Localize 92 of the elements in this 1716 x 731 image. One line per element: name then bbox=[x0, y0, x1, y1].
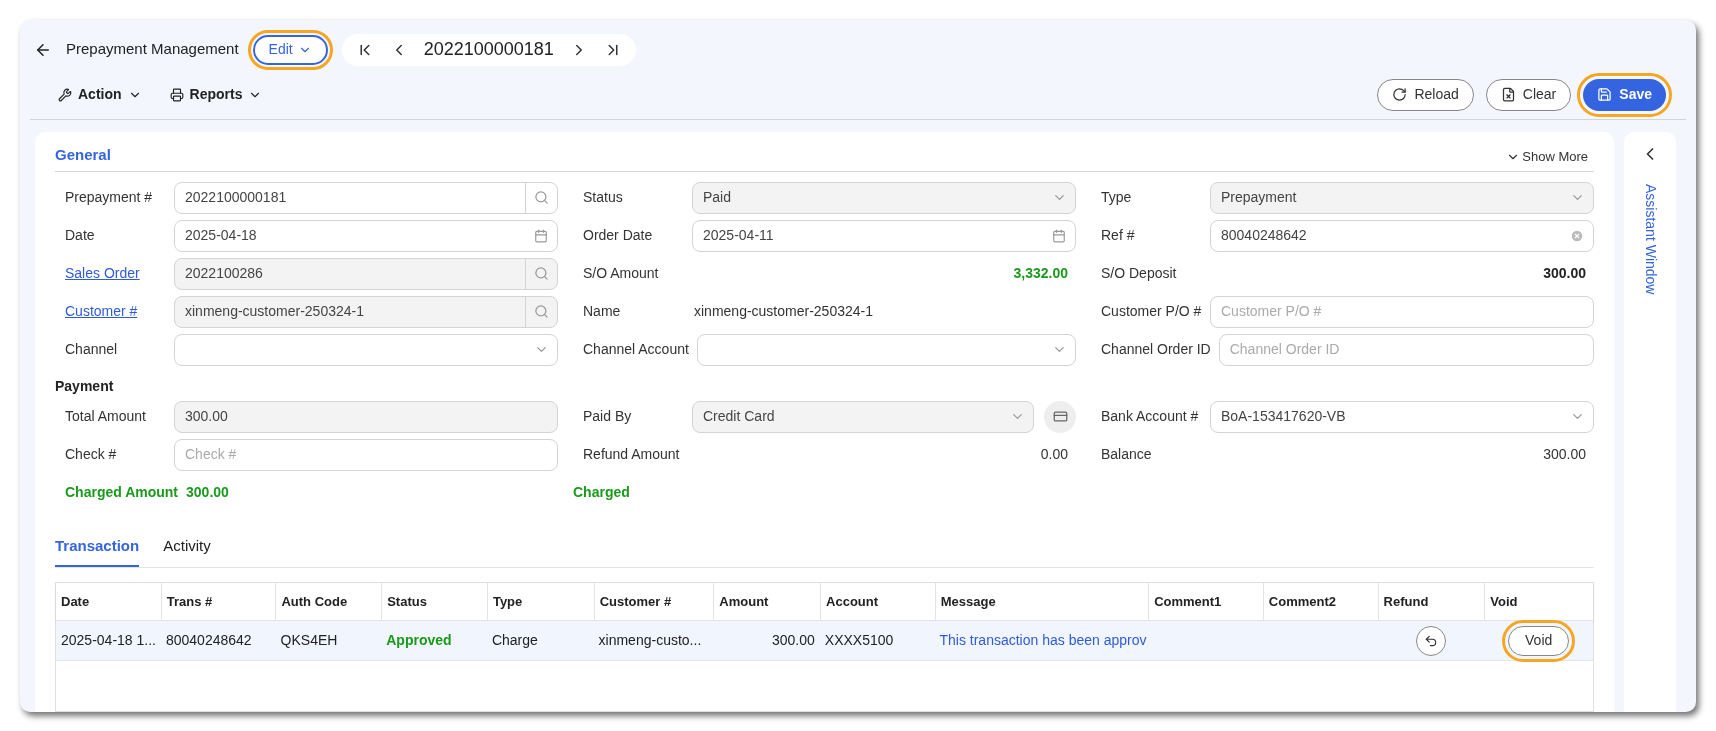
column-header: Amount bbox=[719, 592, 769, 611]
save-icon bbox=[1597, 87, 1613, 102]
column-header: Comment1 bbox=[1154, 592, 1222, 611]
search-icon[interactable] bbox=[534, 304, 549, 319]
field-label: Channel Order ID bbox=[1100, 340, 1212, 359]
field-value: xinmeng-customer-250324-1 bbox=[693, 302, 874, 321]
input-field[interactable]: BoA-153417620-VB bbox=[1210, 400, 1594, 433]
input-field[interactable]: 80040248642 bbox=[1210, 219, 1594, 252]
search-icon[interactable] bbox=[534, 266, 549, 281]
input-field[interactable]: 2022100286 bbox=[174, 257, 558, 290]
input-field[interactable]: 2025-04-18 bbox=[174, 219, 558, 252]
reload-icon bbox=[1392, 87, 1408, 102]
field-label[interactable]: Sales Order bbox=[55, 263, 174, 284]
field-label: Channel bbox=[64, 340, 119, 359]
card-button[interactable] bbox=[1044, 400, 1076, 433]
column-header: Type bbox=[492, 592, 523, 611]
search-icon[interactable] bbox=[534, 190, 549, 205]
calendar-icon[interactable] bbox=[534, 228, 548, 243]
wrench-icon bbox=[58, 87, 72, 102]
field-label: Ref # bbox=[1100, 226, 1136, 245]
table-cell: xinmeng-custo... bbox=[598, 632, 702, 648]
printer-icon bbox=[169, 87, 184, 102]
column-header: Void bbox=[1490, 592, 1518, 611]
field-value: 300.00 bbox=[1542, 445, 1587, 464]
status-text: Approved bbox=[386, 632, 452, 648]
field-label[interactable]: Customer # bbox=[55, 301, 174, 322]
input-field[interactable]: 2025-04-11 bbox=[692, 219, 1076, 252]
table-cell-text: 300.00 bbox=[771, 631, 815, 650]
clear-icon[interactable] bbox=[1570, 228, 1584, 243]
field-label: Order Date bbox=[582, 226, 654, 245]
field-label: Name bbox=[582, 302, 622, 321]
status-text: Charged bbox=[573, 483, 630, 502]
field-label: S/O Amount bbox=[582, 264, 660, 283]
column-header: Comment2 bbox=[1268, 592, 1337, 611]
reload-button[interactable]: Reload bbox=[1377, 78, 1474, 111]
table-cell: XXXX5100 bbox=[824, 632, 894, 648]
input-field[interactable]: xinmeng-customer-250324-1 bbox=[174, 295, 558, 328]
toolbar-menu[interactable]: Reports bbox=[161, 79, 271, 110]
field-label: Refund Amount bbox=[582, 445, 681, 464]
table-cell: Charge bbox=[491, 632, 538, 648]
field-label: Prepayment # bbox=[64, 188, 154, 207]
record-number: 2022100000181 bbox=[423, 38, 554, 61]
field-label: Date bbox=[64, 226, 96, 245]
field-label: Type bbox=[1100, 188, 1133, 207]
field-value: 300.00 bbox=[1542, 264, 1587, 283]
field-label: Status bbox=[582, 188, 624, 207]
assistant-window-label[interactable]: Assistant Window bbox=[1639, 184, 1661, 295]
table-cell: 80040248642 bbox=[165, 632, 252, 648]
field-label: Paid By bbox=[582, 407, 633, 426]
field-label: Check # bbox=[64, 445, 118, 464]
field-label: Total Amount bbox=[64, 407, 147, 426]
field-value: 3,332.00 bbox=[1012, 264, 1069, 283]
column-header: Refund bbox=[1383, 592, 1429, 611]
input-field[interactable]: Credit Card bbox=[692, 400, 1034, 433]
field-value: 0.00 bbox=[1039, 445, 1069, 464]
document-icon bbox=[1500, 87, 1516, 102]
toolbar-menu[interactable]: Action bbox=[50, 79, 150, 110]
input-field[interactable] bbox=[174, 333, 558, 366]
input-field[interactable]: 300.00 bbox=[174, 400, 558, 433]
show-more-toggle[interactable]: Show More bbox=[1506, 147, 1588, 167]
tab[interactable]: Activity bbox=[163, 534, 211, 567]
field-label: Bank Account # bbox=[1100, 407, 1200, 426]
page-title: Prepayment Management bbox=[66, 39, 239, 60]
column-header: Customer # bbox=[599, 592, 672, 611]
table-cell: 2025-04-18 1... bbox=[61, 632, 156, 648]
field-label: S/O Deposit bbox=[1100, 264, 1178, 283]
column-header: Date bbox=[61, 592, 90, 611]
undo-icon bbox=[1424, 633, 1439, 648]
tab[interactable]: Transaction bbox=[55, 534, 140, 567]
column-header: Auth Code bbox=[281, 592, 348, 611]
card-icon bbox=[1052, 409, 1068, 424]
input-field[interactable]: 2022100000181 bbox=[174, 181, 558, 214]
input-field[interactable]: Prepayment bbox=[1210, 181, 1594, 214]
section-heading: Payment bbox=[55, 377, 114, 394]
input-field[interactable]: Paid bbox=[692, 181, 1076, 214]
column-header: Account bbox=[826, 592, 879, 611]
table-row[interactable]: 2025-04-18 1... 80040248642 QKS4EH Approved Charge xinmeng-custo... 300.00 XXXX5100 This transaction has been approv Void bbox=[56, 621, 1593, 661]
refund-button[interactable] bbox=[1416, 625, 1447, 656]
field-label: Balance bbox=[1100, 445, 1153, 464]
column-header: Message bbox=[940, 592, 996, 611]
clear-button[interactable]: Clear bbox=[1485, 78, 1572, 111]
section-title: General bbox=[55, 145, 111, 165]
table-cell: QKS4EH bbox=[280, 632, 338, 648]
message-link[interactable]: This transaction has been approv bbox=[939, 632, 1147, 648]
field-value: 300.00 bbox=[186, 483, 230, 502]
field-label: Customer P/O # bbox=[1100, 302, 1203, 321]
column-header: Trans # bbox=[166, 592, 213, 611]
field-label: Charged Amount bbox=[64, 483, 180, 502]
input-field[interactable] bbox=[696, 333, 1076, 366]
calendar-icon[interactable] bbox=[1052, 228, 1066, 243]
column-header: Status bbox=[387, 592, 427, 611]
field-label: Channel Account bbox=[582, 340, 690, 359]
